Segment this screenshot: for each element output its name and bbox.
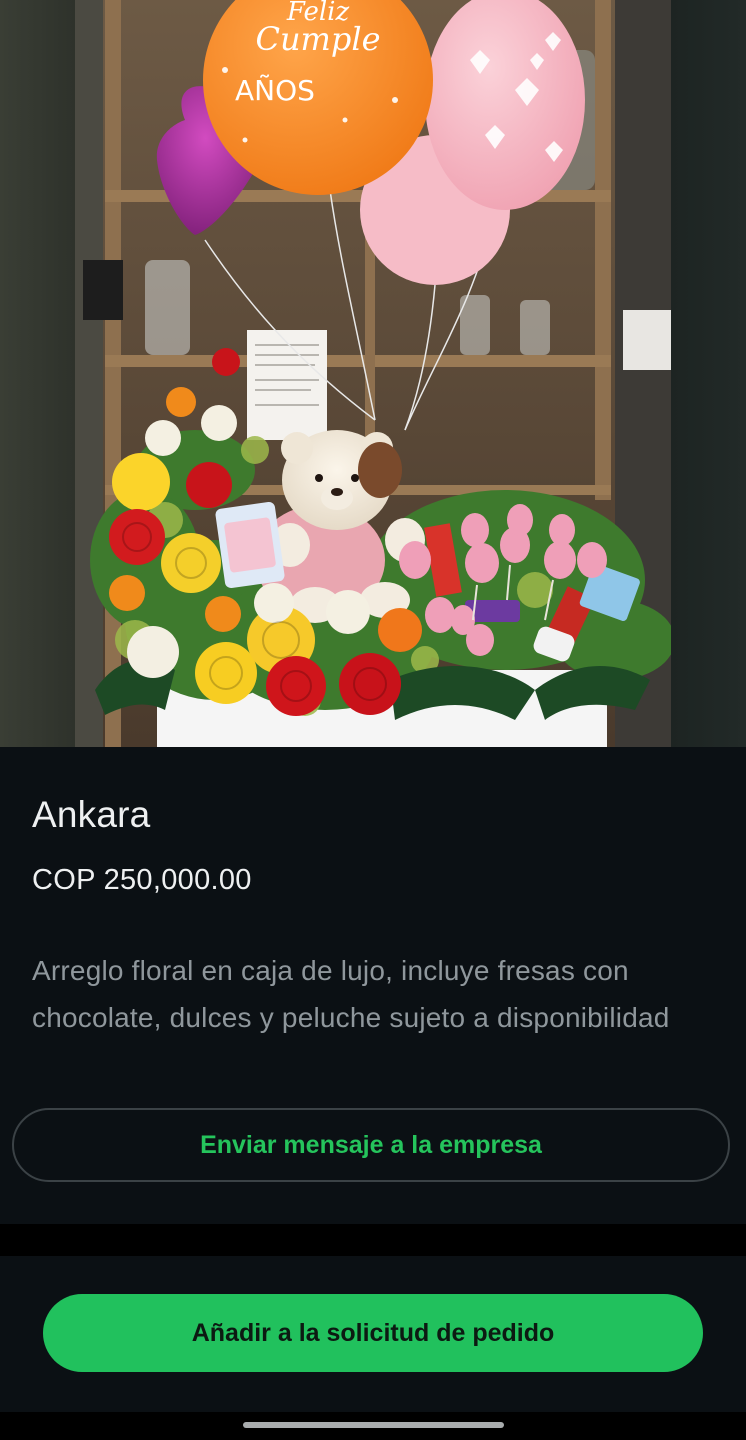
balloon-text-line3: AÑOS bbox=[235, 74, 315, 107]
home-indicator[interactable] bbox=[243, 1422, 504, 1428]
system-navigation-bar bbox=[0, 1412, 746, 1440]
product-description: Arreglo floral en caja de lujo, incluye … bbox=[32, 955, 670, 1033]
product-info-panel: Ankara COP 250,000.00 Arreglo floral en … bbox=[0, 747, 746, 1224]
balloon-text-line2: Cumple bbox=[255, 20, 380, 58]
image-backdrop-right bbox=[670, 0, 746, 747]
footer-action-panel: Añadir a la solicitud de pedido bbox=[0, 1256, 746, 1412]
product-detail-screen: Feliz Cumple AÑOS Ankara COP 250,000.00 … bbox=[0, 0, 746, 1440]
section-divider bbox=[0, 1224, 746, 1256]
product-price: COP 250,000.00 bbox=[32, 864, 252, 896]
image-backdrop-left bbox=[0, 0, 75, 747]
product-image[interactable]: Feliz Cumple AÑOS bbox=[75, 0, 675, 747]
product-name: Ankara bbox=[32, 794, 151, 835]
message-business-button[interactable]: Enviar mensaje a la empresa bbox=[12, 1108, 730, 1182]
product-image-area: Feliz Cumple AÑOS bbox=[0, 0, 746, 747]
add-to-order-button[interactable]: Añadir a la solicitud de pedido bbox=[43, 1294, 703, 1372]
product-illustration: Feliz Cumple AÑOS bbox=[75, 0, 675, 747]
